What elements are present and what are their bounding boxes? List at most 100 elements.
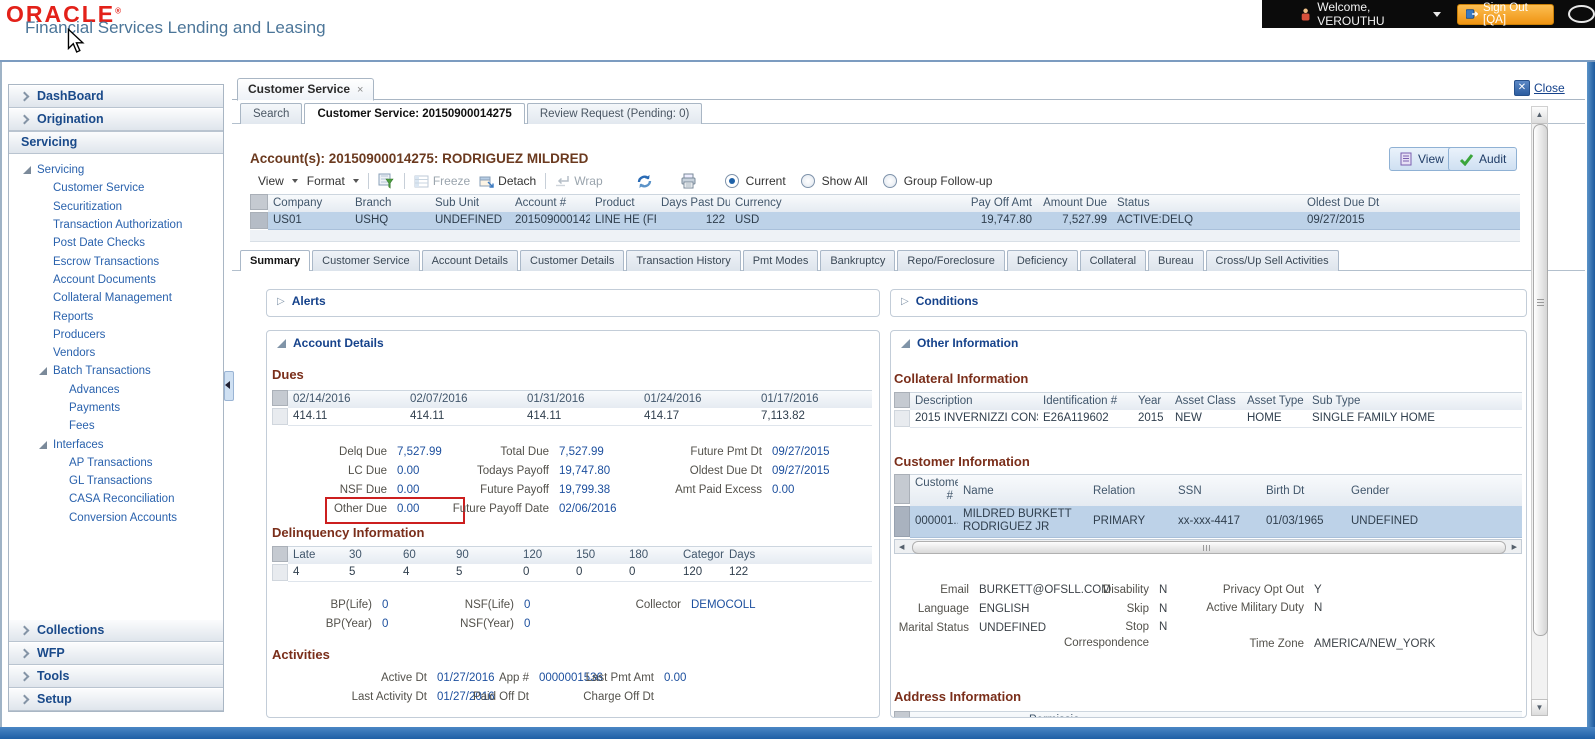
column-header[interactable]: Sub Type <box>1307 392 1522 412</box>
column-header[interactable]: 30 <box>344 546 398 566</box>
subtab-search[interactable]: Search <box>240 103 303 124</box>
column-header[interactable] <box>910 711 970 717</box>
print-icon[interactable] <box>680 173 697 189</box>
column-header[interactable]: Days Past Due <box>656 194 730 214</box>
column-header[interactable]: SSN <box>1173 474 1261 508</box>
sidebar-item-gl-transactions[interactable]: GL Transactions <box>9 472 223 490</box>
tab-deficiency[interactable]: Deficiency <box>1006 250 1078 271</box>
radio-show-all[interactable]: Show All <box>800 174 874 188</box>
column-header[interactable]: Account # <box>510 194 590 214</box>
column-header[interactable]: 90 <box>451 546 518 566</box>
column-header[interactable]: Status <box>1112 194 1302 214</box>
audit-button[interactable]: Audit <box>1448 147 1518 171</box>
format-menu[interactable]: Format <box>307 174 359 188</box>
close-tab-icon[interactable]: × <box>357 84 363 96</box>
sidebar-item-transaction-authorization[interactable]: Transaction Authorization <box>9 216 223 234</box>
column-header[interactable]: Product <box>590 194 656 214</box>
column-header[interactable]: 180 <box>624 546 678 566</box>
tab-bureau[interactable]: Bureau <box>1148 250 1204 271</box>
tab-cross-up-sell[interactable]: Cross/Up Sell Activities <box>1205 250 1339 271</box>
sidebar-item-escrow-transactions[interactable]: Escrow Transactions <box>9 252 223 270</box>
tab-customer-service[interactable]: Customer Service <box>312 250 420 271</box>
refresh-icon[interactable] <box>635 173 654 190</box>
sidebar-section-servicing[interactable]: Servicing <box>9 131 223 154</box>
tab-bankruptcy[interactable]: Bankruptcy <box>820 250 896 271</box>
wrap-button[interactable]: Wrap <box>555 174 603 188</box>
column-header[interactable]: Asset Type <box>1242 392 1307 412</box>
freeze-button[interactable]: Freeze <box>414 174 470 188</box>
triangle-expanded-icon[interactable] <box>23 166 31 175</box>
column-header[interactable]: Gender <box>1346 474 1431 508</box>
sidebar-section-wfp[interactable]: WFP <box>9 642 223 665</box>
tree-node-batch-transactions[interactable]: Batch Transactions <box>9 362 223 380</box>
scrollbar-thumb[interactable] <box>1533 124 1548 636</box>
tab-customer-details[interactable]: Customer Details <box>520 250 625 271</box>
scroll-left-icon[interactable]: ◀ <box>899 543 904 551</box>
sidebar-section-dashboard[interactable]: DashBoard <box>9 85 223 108</box>
other-information-panel-header[interactable]: Other Information <box>891 331 1526 350</box>
column-header[interactable] <box>1232 711 1522 717</box>
column-header[interactable]: Amount Due <box>1037 194 1112 214</box>
sidebar-item-account-documents[interactable]: Account Documents <box>9 271 223 289</box>
filter-icon[interactable] <box>378 173 395 189</box>
tab-pmt-modes[interactable]: Pmt Modes <box>742 250 819 271</box>
column-header[interactable]: Identification # <box>1038 392 1133 412</box>
tree-node-servicing[interactable]: Servicing <box>9 161 223 179</box>
signout-button[interactable]: Sign Out [QA] <box>1456 2 1555 26</box>
account-details-panel-header[interactable]: Account Details <box>267 331 879 350</box>
sidebar-collapse-handle[interactable] <box>224 371 234 401</box>
horizontal-scrollbar[interactable]: ◀ ▶ <box>894 539 1522 554</box>
column-header[interactable]: 01/17/2016 <box>756 390 872 410</box>
sidebar-item-fees[interactable]: Fees <box>9 417 223 435</box>
row-header-cell[interactable] <box>894 506 910 537</box>
subtab-review-request[interactable]: Review Request (Pending: 0) <box>526 103 703 124</box>
customer-table-row[interactable]: 000001... MILDRED BURKETT RODRIGUEZ JR P… <box>894 506 1522 538</box>
sidebar-item-collateral-management[interactable]: Collateral Management <box>9 289 223 307</box>
alerts-panel-header[interactable]: ▷ Alerts <box>267 290 879 308</box>
column-header[interactable]: 02/07/2016 <box>405 390 522 410</box>
triangle-expanded-icon[interactable] <box>39 440 47 449</box>
view-menu[interactable]: View <box>258 174 298 188</box>
subtab-customer-service-account[interactable]: Customer Service: 20150900014275 <box>304 103 525 124</box>
column-header[interactable]: 02/14/2016 <box>288 390 405 410</box>
tab-summary[interactable]: Summary <box>240 250 311 271</box>
oracle-globe-icon[interactable] <box>1568 5 1595 23</box>
triangle-expanded-icon[interactable] <box>39 367 47 376</box>
column-header[interactable]: Relation <box>1088 474 1173 508</box>
column-header[interactable]: Oldest Due Dt <box>1302 194 1442 214</box>
sidebar-item-producers[interactable]: Producers <box>9 326 223 344</box>
tab-transaction-history[interactable]: Transaction History <box>626 250 741 271</box>
dues-table-row[interactable]: 414.11 414.11 414.11 414.17 7,113.82 <box>272 408 872 426</box>
view-button[interactable]: View <box>1389 147 1455 171</box>
welcome-menu[interactable]: Welcome, VEROUTHU <box>1300 0 1441 28</box>
column-header[interactable]: Asset Class <box>1170 392 1242 412</box>
sidebar-item-reports[interactable]: Reports <box>9 307 223 325</box>
column-header[interactable]: Name <box>958 474 1088 508</box>
detach-button[interactable]: Detach <box>479 174 536 188</box>
tab-repo-foreclosure[interactable]: Repo/Foreclosure <box>897 250 1005 271</box>
column-header[interactable]: Permissio <box>1024 711 1082 717</box>
column-header[interactable]: 01/31/2016 <box>522 390 639 410</box>
collateral-table-row[interactable]: 2015 INVERNIZZI CONSTRU... E26A119602 20… <box>894 410 1522 428</box>
column-header[interactable]: Currency <box>730 194 822 214</box>
sidebar-item-ap-transactions[interactable]: AP Transactions <box>9 454 223 472</box>
scrollbar-thumb[interactable] <box>912 541 1506 554</box>
column-header[interactable]: Pay Off Amt <box>822 194 1037 214</box>
delinquency-table-row[interactable]: 4 5 4 5 0 0 0 120 122 <box>272 564 872 582</box>
sidebar-section-origination[interactable]: Origination <box>9 108 223 131</box>
close-button[interactable]: ✕ Close <box>1514 80 1565 96</box>
sidebar-section-collections[interactable]: Collections <box>9 619 223 642</box>
column-header[interactable] <box>970 711 1024 717</box>
column-header[interactable]: Late <box>288 546 344 566</box>
column-header[interactable]: Branch <box>350 194 430 214</box>
column-header[interactable]: Category <box>678 546 724 566</box>
column-header[interactable]: 60 <box>398 546 451 566</box>
column-header[interactable]: Company <box>268 194 350 214</box>
radio-group-followup[interactable]: Group Follow-up <box>882 174 999 188</box>
scroll-down-icon[interactable]: ▼ <box>1531 699 1548 716</box>
row-header-cell[interactable] <box>250 212 268 229</box>
conditions-panel-header[interactable]: ▷ Conditions <box>891 290 1526 308</box>
sidebar-item-vendors[interactable]: Vendors <box>9 344 223 362</box>
column-header[interactable]: Year <box>1133 392 1170 412</box>
tab-account-details[interactable]: Account Details <box>421 250 518 271</box>
